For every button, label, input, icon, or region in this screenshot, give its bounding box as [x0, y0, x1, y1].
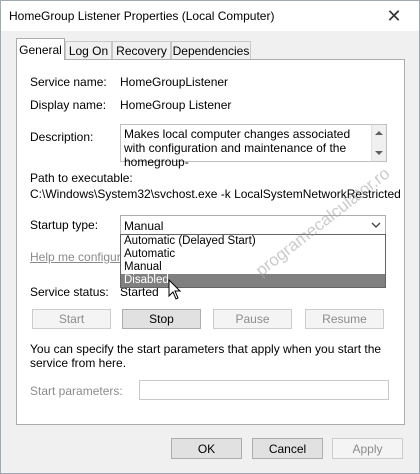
service-status-label: Service status: — [30, 285, 109, 299]
startup-type-value: Manual — [124, 219, 164, 233]
close-button[interactable]: ✕ — [379, 5, 409, 27]
window-title: HomeGroup Listener Properties (Local Com… — [9, 9, 275, 23]
start-button[interactable]: Start — [32, 309, 111, 329]
chevron-down-icon — [371, 222, 381, 228]
general-panel: Service name: HomeGroupListener Display … — [16, 59, 405, 425]
description-label: Description: — [30, 130, 94, 144]
display-name-label: Display name: — [30, 98, 107, 112]
service-name-label: Service name: — [30, 75, 107, 89]
tab-general[interactable]: General — [16, 38, 65, 60]
startup-type-label: Startup type: — [30, 218, 99, 232]
start-params-input[interactable] — [139, 380, 389, 400]
close-icon: ✕ — [386, 6, 402, 26]
startup-option-automatic[interactable]: Automatic — [121, 248, 385, 261]
mouse-cursor-icon — [168, 279, 182, 300]
title-bar: HomeGroup Listener Properties (Local Com… — [1, 1, 419, 31]
description-box[interactable]: Makes local computer changes associated … — [120, 124, 387, 169]
tab-log-on[interactable]: Log On — [65, 41, 112, 59]
description-scrollbar[interactable] — [371, 125, 386, 161]
startup-option-disabled[interactable]: Disabled — [121, 274, 385, 287]
path-label: Path to executable: — [30, 171, 133, 185]
startup-type-dropdown: Automatic (Delayed Start) Automatic Manu… — [120, 234, 386, 288]
tab-dependencies[interactable]: Dependencies — [171, 41, 251, 59]
start-params-label: Start parameters: — [30, 384, 123, 398]
ok-button[interactable]: OK — [171, 438, 242, 459]
resume-button[interactable]: Resume — [305, 309, 384, 329]
description-text: Makes local computer changes associated … — [124, 127, 351, 169]
scroll-up-icon[interactable] — [375, 131, 383, 135]
service-name-value: HomeGroupListener — [120, 75, 229, 89]
cancel-button[interactable]: Cancel — [252, 438, 323, 459]
scroll-down-icon[interactable] — [375, 151, 383, 155]
properties-dialog: HomeGroup Listener Properties (Local Com… — [0, 0, 420, 474]
stop-button[interactable]: Stop — [122, 309, 201, 329]
tab-recovery[interactable]: Recovery — [112, 41, 171, 59]
startup-type-select[interactable]: Manual — [120, 215, 386, 235]
display-name-value: HomeGroup Listener — [120, 98, 232, 112]
apply-button[interactable]: Apply — [332, 438, 403, 459]
start-params-hint: You can specify the start parameters tha… — [30, 342, 382, 370]
pause-button[interactable]: Pause — [213, 309, 292, 329]
startup-option-automatic-delayed[interactable]: Automatic (Delayed Start) — [121, 235, 385, 248]
